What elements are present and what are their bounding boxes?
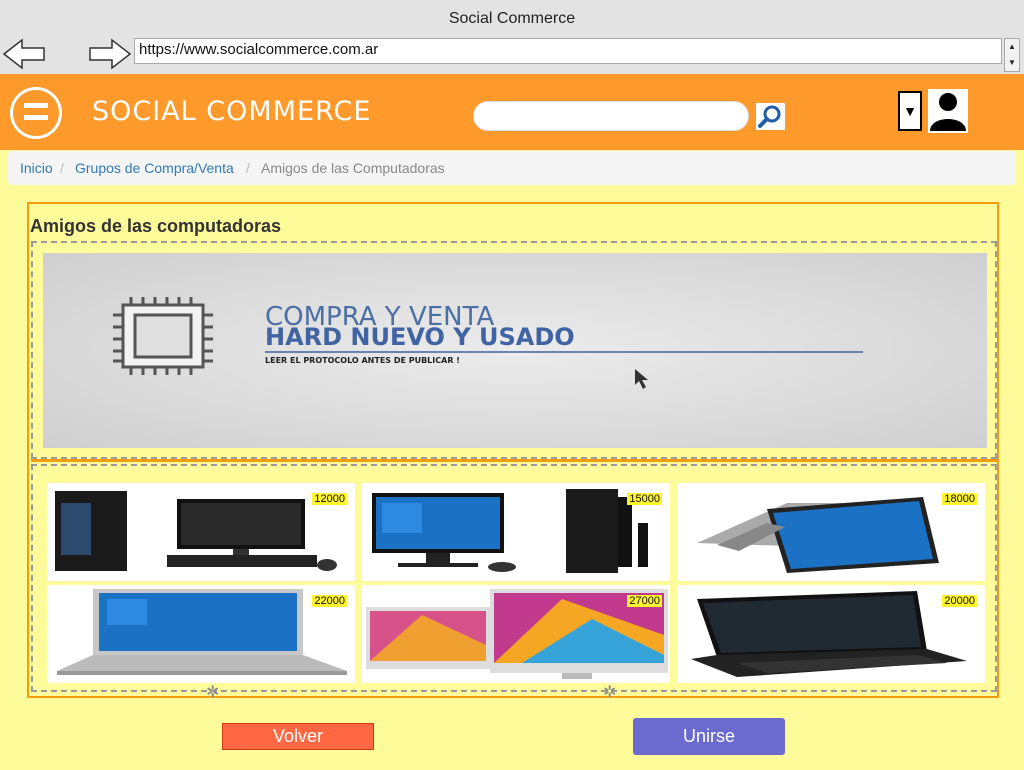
address-scrollbar[interactable]: ▲ ▼ <box>1004 38 1020 72</box>
group-title: Amigos de las computadoras <box>30 216 282 236</box>
products-grid: 12000 15000 18000 22000 27000 20000 <box>41 479 992 685</box>
banner-line3: LEER EL PROTOCOLO ANTES DE PUBLICAR ! <box>265 356 460 365</box>
section-divider <box>31 459 997 462</box>
scroll-down-icon[interactable]: ▼ <box>1005 56 1019 70</box>
browser-chrome: Social Commerce https://www.socialcommer… <box>0 0 1024 74</box>
banner-line2: HARD NUEVO Y USADO <box>265 323 575 351</box>
breadcrumb-inicio[interactable]: Inicio <box>20 160 53 176</box>
user-dropdown-toggle[interactable]: ▼ <box>898 91 922 131</box>
product-card[interactable]: 18000 <box>677 483 985 581</box>
back-button[interactable]: Volver <box>222 723 374 750</box>
menu-button[interactable] <box>10 87 62 139</box>
breadcrumb-separator: / <box>246 160 250 176</box>
product-price: 15000 <box>627 493 662 505</box>
gear-icon: ✲ <box>603 684 617 701</box>
product-price: 12000 <box>312 493 347 505</box>
product-card[interactable]: 22000 <box>47 585 355 683</box>
back-arrow-icon[interactable] <box>2 38 46 70</box>
menu-icon <box>24 103 48 108</box>
brand-title[interactable]: SOCIAL COMMERCE <box>92 96 371 127</box>
breadcrumb: Inicio / Grupos de Compra/Venta / Amigos… <box>8 151 1016 185</box>
product-card[interactable]: 20000 <box>677 585 985 683</box>
gaming-desktop-image <box>55 491 337 571</box>
window-title: Social Commerce <box>448 10 576 27</box>
site-header: SOCIAL COMMERCE ▼ <box>0 74 1024 150</box>
group-banner: COMPRA Y VENTA HARD NUEVO Y USADO LEER E… <box>43 253 987 448</box>
search-icon <box>758 105 781 128</box>
user-avatar[interactable] <box>928 89 968 133</box>
gaming-laptop-image <box>691 591 967 677</box>
gear-icon: ✲ <box>206 684 220 701</box>
scroll-up-icon[interactable]: ▲ <box>1005 40 1019 54</box>
product-price: 27000 <box>627 595 662 607</box>
join-button[interactable]: Unirse <box>633 718 785 755</box>
product-price: 22000 <box>312 595 347 607</box>
product-card[interactable]: 15000 <box>362 483 670 581</box>
product-price: 20000 <box>942 595 977 607</box>
banner-image: COMPRA Y VENTA HARD NUEVO Y USADO LEER E… <box>43 253 987 448</box>
user-icon <box>930 93 966 131</box>
all-in-one-imac-image <box>366 589 668 679</box>
product-price: 18000 <box>942 493 977 505</box>
address-bar[interactable]: https://www.socialcommerce.com.ar <box>134 38 1002 64</box>
desktop-computer-image <box>372 489 648 573</box>
product-card[interactable]: 12000 <box>47 483 355 581</box>
breadcrumb-groups[interactable]: Grupos de Compra/Venta <box>75 160 234 176</box>
product-card[interactable]: 27000 <box>362 585 670 683</box>
cpu-chip-icon <box>113 297 213 375</box>
forward-arrow-icon[interactable] <box>88 38 132 70</box>
search-button[interactable] <box>756 103 785 130</box>
silver-laptop-image <box>57 589 347 675</box>
breadcrumb-separator: / <box>60 160 64 176</box>
breadcrumb-current: Amigos de las Computadoras <box>261 160 445 176</box>
convertible-laptop-image <box>697 497 939 573</box>
search-input[interactable] <box>473 101 749 131</box>
